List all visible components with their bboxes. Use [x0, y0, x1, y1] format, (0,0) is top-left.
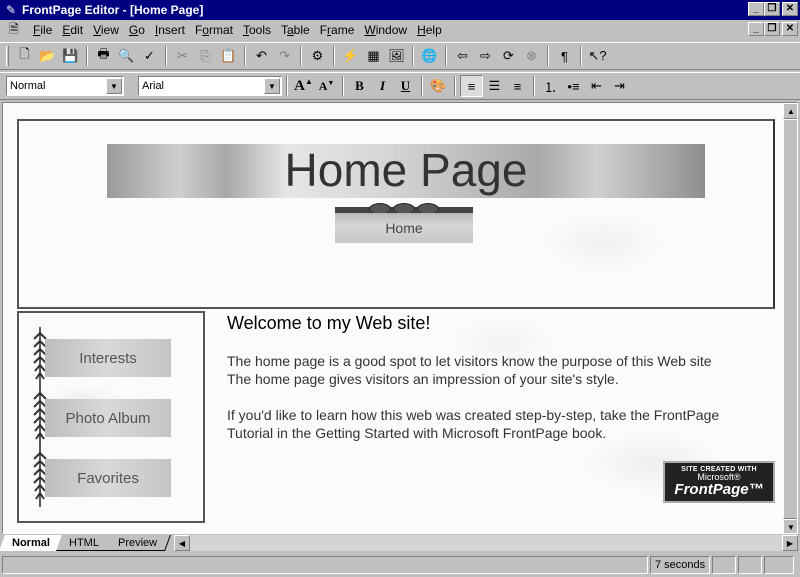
insert-image-icon[interactable]: 🖼	[385, 45, 408, 67]
status-bar: 7 seconds	[0, 554, 800, 576]
paragraph-style-select[interactable]: Normal ▼	[6, 76, 124, 96]
minimize-button[interactable]: _	[748, 2, 764, 16]
decrease-indent-icon[interactable]: ⇤	[585, 75, 608, 97]
frontpage-app-icon[interactable]: ✎	[4, 3, 18, 17]
nav-label-interests: Interests	[45, 339, 171, 377]
toolbar-grip[interactable]	[6, 46, 9, 66]
font-select[interactable]: Arial ▼	[138, 76, 282, 96]
menu-frame[interactable]: Frame	[315, 21, 360, 39]
format-toolbar: Normal ▼ Arial ▼ A▲ A▼ B I U 🎨 ≡ ☰ ≡ ⒈ •…	[0, 72, 800, 100]
nav-label-photo-album: Photo Album	[45, 399, 171, 437]
bold-icon[interactable]: B	[348, 75, 371, 97]
menu-format[interactable]: Format	[190, 21, 238, 39]
menu-table[interactable]: Table	[276, 21, 315, 39]
increase-indent-icon[interactable]: ⇥	[608, 75, 631, 97]
title-bar: ✎ FrontPage Editor - [Home Page] _ ❐ ✕	[0, 0, 800, 20]
tab-html[interactable]: HTML	[55, 535, 113, 551]
menu-view[interactable]: View	[88, 21, 124, 39]
doc-restore-button[interactable]: ❐	[764, 22, 780, 36]
tutorial-paragraph: If you'd like to learn how this web was …	[227, 407, 720, 441]
menu-bar: 🗎 File Edit View Go Insert Format Tools …	[0, 20, 800, 40]
bulleted-list-icon[interactable]: •≡	[562, 75, 585, 97]
chevron-down-icon[interactable]: ▼	[264, 78, 280, 94]
stop-icon[interactable]: ⊗	[520, 45, 543, 67]
horizontal-scrollbar[interactable]: ◀ ▶	[173, 535, 798, 551]
insert-component-icon[interactable]: ⚡	[339, 45, 362, 67]
window-controls: _ ❐ ✕	[748, 2, 798, 16]
doc-close-button[interactable]: ✕	[782, 22, 798, 36]
refresh-icon[interactable]: ⟳	[497, 45, 520, 67]
paste-icon[interactable]: 📋	[217, 45, 240, 67]
text-color-icon[interactable]: 🎨	[427, 75, 450, 97]
menu-help[interactable]: Help	[412, 21, 447, 39]
menu-go[interactable]: Go	[124, 21, 150, 39]
welcome-heading: Welcome to my Web site!	[227, 313, 431, 333]
menu-file[interactable]: File	[28, 21, 57, 39]
align-center-icon[interactable]: ☰	[483, 75, 506, 97]
banner-frame[interactable]: Home Page Home	[17, 119, 775, 309]
download-time: 7 seconds	[650, 556, 710, 574]
copy-icon[interactable]: ⎘	[194, 45, 217, 67]
italic-icon[interactable]: I	[371, 75, 394, 97]
align-left-icon[interactable]: ≡	[460, 75, 483, 97]
view-tabs-row: Normal HTML Preview ◀ ▶	[0, 535, 798, 552]
undo-icon[interactable]: ↶	[250, 45, 273, 67]
editor-document-area[interactable]: Home Page Home Interests Photo Album Fav…	[2, 102, 798, 534]
spelling-icon[interactable]: ✓	[138, 45, 161, 67]
document-icon[interactable]: 🗎	[6, 22, 22, 38]
save-icon[interactable]: 💾	[59, 45, 82, 67]
print-preview-icon[interactable]: 🔍	[115, 45, 138, 67]
open-folder-icon[interactable]: 📂	[36, 45, 59, 67]
frontpage-logo[interactable]: SITE CREATED WITH Microsoft® FrontPage™	[663, 461, 775, 503]
page-banner-title: Home Page	[284, 144, 528, 196]
close-button[interactable]: ✕	[782, 2, 798, 16]
vertical-scroll-thumb[interactable]	[783, 119, 797, 519]
document-window-controls: _ ❐ ✕	[748, 22, 798, 36]
back-icon[interactable]: ⇦	[451, 45, 474, 67]
menu-insert[interactable]: Insert	[150, 21, 190, 39]
tab-preview[interactable]: Preview	[104, 535, 171, 551]
underline-icon[interactable]: U	[394, 75, 417, 97]
standard-toolbar: 🗋 📂 💾 🖶 🔍 ✓ ✂ ⎘ 📋 ↶ ↷ ⚙ ⚡ ▦ 🖼 🌐 ⇦ ⇨ ⟳ ⊗ …	[0, 42, 800, 70]
scroll-left-icon[interactable]: ◀	[173, 535, 190, 551]
menu-window[interactable]: Window	[359, 21, 412, 39]
nav-button-photo-album[interactable]: Photo Album	[33, 387, 173, 447]
resize-grip[interactable]	[764, 556, 794, 574]
scroll-up-icon[interactable]: ▲	[783, 103, 797, 119]
show-paragraph-marks-icon[interactable]: ¶	[553, 45, 576, 67]
intro-paragraph: The home page is a good spot to let visi…	[227, 353, 712, 387]
align-right-icon[interactable]: ≡	[506, 75, 529, 97]
scroll-right-icon[interactable]: ▶	[782, 535, 798, 551]
page-canvas[interactable]: Home Page Home Interests Photo Album Fav…	[3, 103, 783, 533]
increase-font-size-icon[interactable]: A▲	[292, 75, 315, 97]
vertical-scrollbar[interactable]: ▲ ▼	[783, 103, 797, 533]
nav-label-favorites: Favorites	[45, 459, 171, 497]
show-explorer-icon[interactable]: ⚙	[306, 45, 329, 67]
cut-icon[interactable]: ✂	[171, 45, 194, 67]
restore-button[interactable]: ❐	[764, 2, 780, 16]
window-title: FrontPage Editor - [Home Page]	[22, 3, 204, 17]
print-icon[interactable]: 🖶	[92, 45, 115, 67]
hyperlink-icon[interactable]: 🌐	[418, 45, 441, 67]
status-message	[2, 556, 648, 574]
nav-button-interests[interactable]: Interests	[33, 327, 173, 387]
doc-minimize-button[interactable]: _	[748, 22, 764, 36]
home-nav-label: Home	[335, 213, 473, 243]
tab-normal[interactable]: Normal	[0, 535, 64, 551]
insert-table-icon[interactable]: ▦	[362, 45, 385, 67]
chevron-down-icon[interactable]: ▼	[106, 78, 122, 94]
help-pointer-icon[interactable]: ↖?	[586, 45, 609, 67]
nav-button-favorites[interactable]: Favorites	[33, 447, 173, 507]
navigation-frame[interactable]: Interests Photo Album Favorites	[17, 311, 205, 523]
numbered-list-icon[interactable]: ⒈	[539, 75, 562, 97]
forward-icon[interactable]: ⇨	[474, 45, 497, 67]
redo-icon[interactable]: ↷	[273, 45, 296, 67]
decrease-font-size-icon[interactable]: A▼	[315, 75, 338, 97]
home-nav-button[interactable]: Home	[335, 203, 473, 243]
scroll-down-icon[interactable]: ▼	[783, 519, 797, 533]
menu-edit[interactable]: Edit	[57, 21, 88, 39]
menu-tools[interactable]: Tools	[238, 21, 276, 39]
new-page-icon[interactable]: 🗋	[13, 45, 36, 67]
